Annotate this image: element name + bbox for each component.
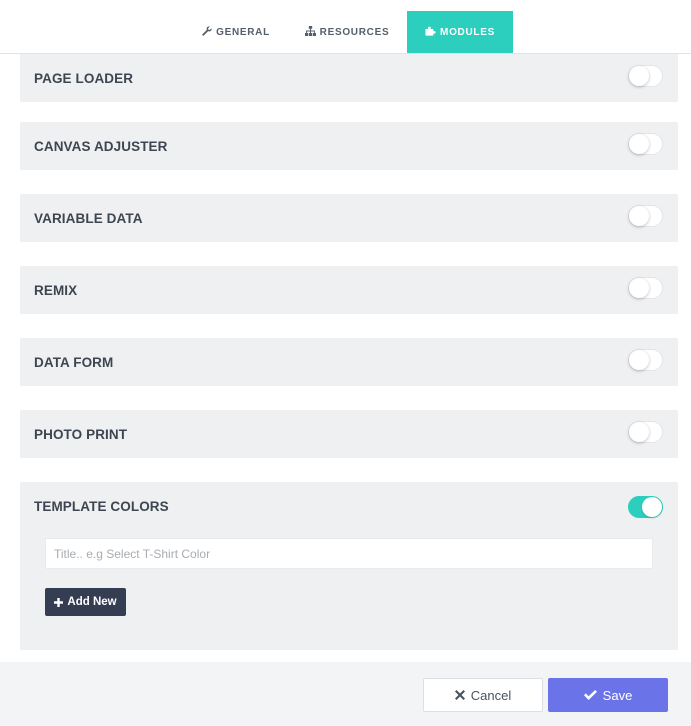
close-icon [454, 689, 465, 702]
tab-bar: GENERAL RESOURCES MODULES [0, 0, 691, 54]
cancel-button[interactable]: Cancel [423, 678, 543, 712]
toggle-knob [629, 350, 649, 370]
tab-general-label: GENERAL [216, 26, 270, 38]
template-colors-toggle[interactable] [628, 496, 663, 518]
footer-bar: Cancel Save [0, 662, 691, 726]
module-label: PAGE LOADER [34, 70, 134, 86]
save-button[interactable]: Save [548, 678, 668, 712]
module-label: CANVAS ADJUSTER [34, 138, 168, 154]
color-title-input[interactable] [45, 538, 653, 569]
module-row-template-colors: TEMPLATE COLORS Add New [20, 482, 678, 650]
module-label: TEMPLATE COLORS [34, 498, 169, 514]
cancel-label: Cancel [470, 687, 512, 703]
wrench-icon [202, 25, 212, 39]
plus-icon [54, 596, 64, 609]
page-loader-toggle[interactable] [628, 65, 663, 87]
toggle-knob [629, 422, 649, 442]
module-label: VARIABLE DATA [34, 210, 143, 226]
toggle-knob [629, 134, 649, 154]
data-form-toggle[interactable] [628, 349, 663, 371]
puzzle-icon [425, 26, 436, 39]
add-new-label: Add New [67, 596, 117, 608]
module-row-canvas-adjuster: CANVAS ADJUSTER [20, 122, 678, 170]
add-new-button[interactable]: Add New [45, 588, 126, 616]
save-label: Save [602, 687, 633, 703]
sitemap-icon [304, 25, 316, 39]
module-row-remix: REMIX [20, 266, 678, 314]
module-row-photo-print: PHOTO PRINT [20, 410, 678, 458]
tab-modules-label: MODULES [440, 26, 495, 38]
module-row-page-loader: PAGE LOADER [20, 54, 678, 102]
toggle-knob [629, 278, 649, 298]
module-row-data-form: DATA FORM [20, 338, 678, 386]
tab-resources[interactable]: RESOURCES [295, 11, 399, 53]
remix-toggle[interactable] [628, 277, 663, 299]
module-label: PHOTO PRINT [34, 426, 128, 442]
module-label: REMIX [34, 282, 78, 298]
tab-resources-label: RESOURCES [319, 26, 390, 38]
variable-data-toggle[interactable] [628, 205, 663, 227]
canvas-adjuster-toggle[interactable] [628, 133, 663, 155]
toggle-knob [629, 206, 649, 226]
tab-modules[interactable]: MODULES [407, 11, 513, 53]
module-row-variable-data: VARIABLE DATA [20, 194, 678, 242]
toggle-knob [642, 497, 662, 517]
toggle-knob [629, 66, 649, 86]
check-icon [583, 689, 597, 702]
tab-general[interactable]: GENERAL [190, 11, 282, 53]
photo-print-toggle[interactable] [628, 421, 663, 443]
module-label: DATA FORM [34, 354, 114, 370]
